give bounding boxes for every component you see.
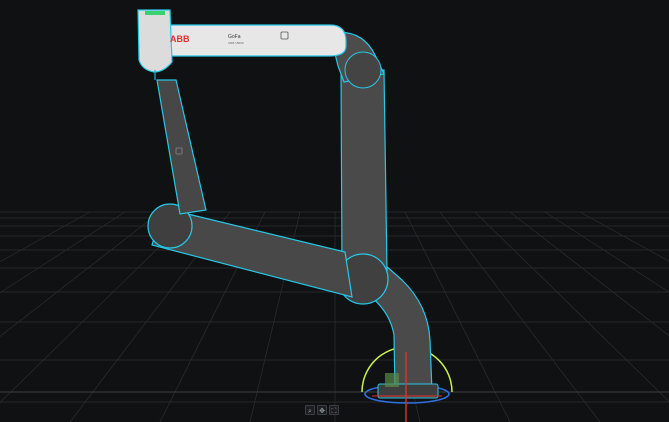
3d-viewport[interactable]: ABB GoFa CRB 15000	[0, 0, 669, 422]
viewport-toolbar: ⌕ ✥ ⛶	[305, 405, 339, 415]
model-sublabel: CRB 15000	[228, 41, 244, 45]
fit-view-icon[interactable]: ⛶	[329, 405, 339, 415]
robot-arm[interactable]: ABB GoFa CRB 15000	[137, 9, 439, 399]
zoom-icon[interactable]: ⌕	[305, 405, 315, 415]
brand-logo: ABB	[170, 34, 190, 44]
floor-grid	[0, 211, 669, 422]
model-label: GoFa	[228, 34, 241, 40]
move-icon[interactable]: ✥	[317, 405, 327, 415]
status-led	[145, 11, 165, 15]
